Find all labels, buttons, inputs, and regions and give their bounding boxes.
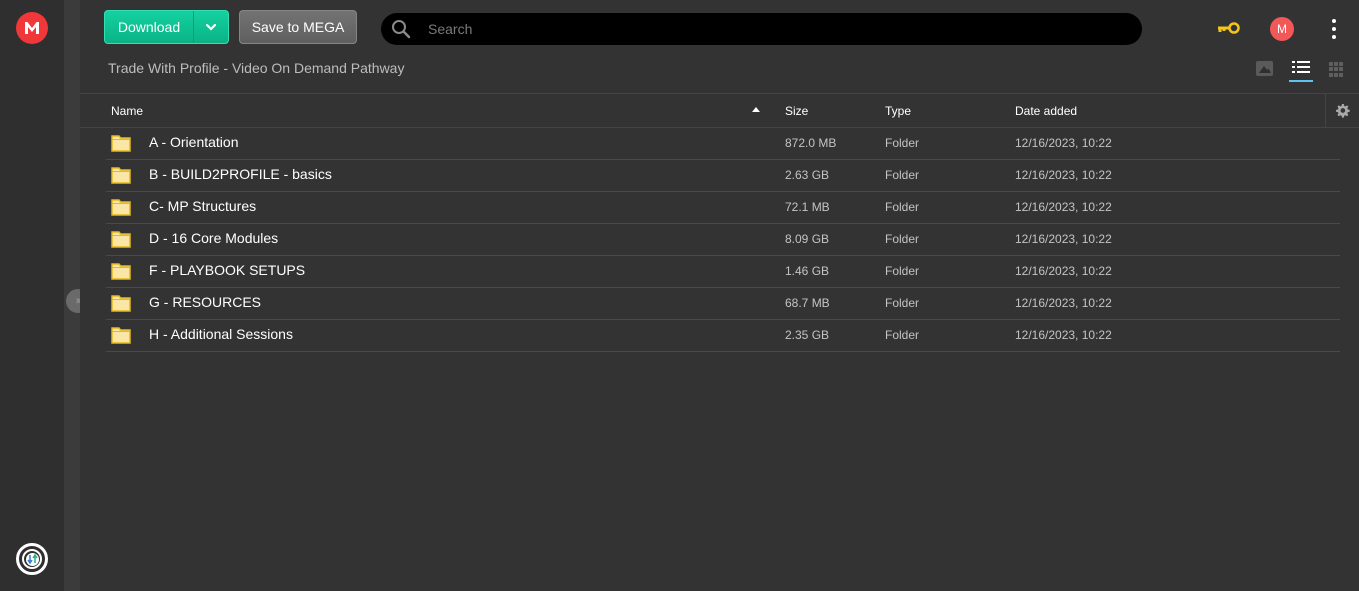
download-options-button[interactable] bbox=[194, 11, 228, 43]
user-avatar[interactable]: M bbox=[1270, 17, 1294, 41]
folder-name: H - Additional Sessions bbox=[149, 326, 293, 342]
table-row[interactable]: H - Additional Sessions 2.35 GB Folder 1… bbox=[106, 320, 1340, 352]
table-row[interactable]: G - RESOURCES 68.7 MB Folder 12/16/2023,… bbox=[106, 288, 1340, 320]
mega-logo-icon bbox=[25, 22, 39, 34]
folder-icon bbox=[111, 295, 131, 312]
date-added: 12/16/2023, 10:22 bbox=[1015, 136, 1112, 150]
save-to-mega-button[interactable]: Save to MEGA bbox=[239, 10, 357, 44]
active-view-indicator bbox=[1289, 80, 1313, 82]
folder-size: 8.09 GB bbox=[785, 232, 830, 246]
table-row[interactable]: C- MP Structures 72.1 MB Folder 12/16/20… bbox=[106, 192, 1340, 224]
item-type: Folder bbox=[885, 136, 920, 150]
folder-name: G - RESOURCES bbox=[149, 294, 262, 310]
dot bbox=[1332, 19, 1336, 23]
list-icon bbox=[1292, 61, 1310, 73]
search-icon bbox=[392, 20, 411, 39]
column-header-type[interactable]: Type bbox=[885, 104, 911, 118]
item-type: Folder bbox=[885, 200, 920, 214]
list-view-button[interactable] bbox=[1289, 58, 1313, 82]
key-icon[interactable] bbox=[1217, 21, 1241, 35]
folder-name: F - PLAYBOOK SETUPS bbox=[149, 262, 306, 278]
folder-icon bbox=[111, 263, 131, 280]
item-type: Folder bbox=[885, 296, 920, 310]
column-header-size[interactable]: Size bbox=[785, 104, 808, 118]
date-added: 12/16/2023, 10:22 bbox=[1015, 200, 1112, 214]
folder-size: 1.46 GB bbox=[785, 264, 830, 278]
folder-name: B - BUILD2PROFILE - basics bbox=[149, 166, 332, 182]
date-added: 12/16/2023, 10:22 bbox=[1015, 232, 1112, 246]
date-added: 12/16/2023, 10:22 bbox=[1015, 168, 1112, 182]
search-input[interactable] bbox=[428, 21, 1108, 37]
dot bbox=[1332, 35, 1336, 39]
search-bar bbox=[381, 13, 1142, 45]
table-header: Name Size Type Date added bbox=[80, 93, 1359, 128]
gear-icon bbox=[1336, 103, 1350, 118]
folder-icon bbox=[111, 199, 131, 216]
folder-size: 2.35 GB bbox=[785, 328, 830, 342]
download-button[interactable]: Download bbox=[105, 11, 194, 43]
table-row[interactable]: A - Orientation 872.0 MB Folder 12/16/20… bbox=[106, 128, 1340, 160]
dot bbox=[1332, 27, 1336, 31]
item-type: Folder bbox=[885, 232, 920, 246]
date-added: 12/16/2023, 10:22 bbox=[1015, 296, 1112, 310]
folder-size: 72.1 MB bbox=[785, 200, 830, 214]
folder-size: 68.7 MB bbox=[785, 296, 830, 310]
table-row[interactable]: D - 16 Core Modules 8.09 GB Folder 12/16… bbox=[106, 224, 1340, 256]
date-added: 12/16/2023, 10:22 bbox=[1015, 328, 1112, 342]
sort-ascending-icon[interactable] bbox=[752, 107, 760, 112]
folder-name: C- MP Structures bbox=[149, 198, 257, 214]
date-added: 12/16/2023, 10:22 bbox=[1015, 264, 1112, 278]
folder-icon bbox=[111, 327, 131, 344]
item-type: Folder bbox=[885, 328, 920, 342]
table-row[interactable]: B - BUILD2PROFILE - basics 2.63 GB Folde… bbox=[106, 160, 1340, 192]
folder-breadcrumb: Trade With Profile - Video On Demand Pat… bbox=[108, 60, 405, 76]
download-button-group: Download bbox=[104, 10, 229, 44]
column-header-name[interactable]: Name bbox=[111, 104, 143, 118]
table-row[interactable]: F - PLAYBOOK SETUPS 1.46 GB Folder 12/16… bbox=[106, 256, 1340, 288]
transfer-arrows-icon bbox=[25, 552, 39, 566]
folder-size: 872.0 MB bbox=[785, 136, 837, 150]
folder-icon bbox=[111, 167, 131, 184]
folder-icon bbox=[111, 231, 131, 248]
grid-view-button[interactable] bbox=[1329, 62, 1344, 77]
transfers-button[interactable] bbox=[16, 543, 48, 575]
grid-icon bbox=[1329, 62, 1333, 66]
item-type: Folder bbox=[885, 168, 920, 182]
main-content: Download Save to MEGA M Trade With Profi… bbox=[80, 0, 1359, 591]
more-options-menu[interactable] bbox=[1330, 19, 1338, 39]
column-settings-button[interactable] bbox=[1325, 94, 1359, 127]
image-icon bbox=[1259, 66, 1271, 73]
thumbnail-view-button[interactable] bbox=[1256, 61, 1273, 76]
mega-logo[interactable] bbox=[16, 12, 48, 44]
column-header-date-added[interactable]: Date added bbox=[1015, 104, 1077, 118]
chevron-down-icon bbox=[205, 23, 217, 31]
folder-name: A - Orientation bbox=[149, 134, 239, 150]
file-list: A - Orientation 872.0 MB Folder 12/16/20… bbox=[106, 128, 1340, 352]
folder-size: 2.63 GB bbox=[785, 168, 830, 182]
folder-icon bbox=[111, 135, 131, 152]
folder-name: D - 16 Core Modules bbox=[149, 230, 279, 246]
item-type: Folder bbox=[885, 264, 920, 278]
left-sidebar bbox=[0, 0, 64, 591]
